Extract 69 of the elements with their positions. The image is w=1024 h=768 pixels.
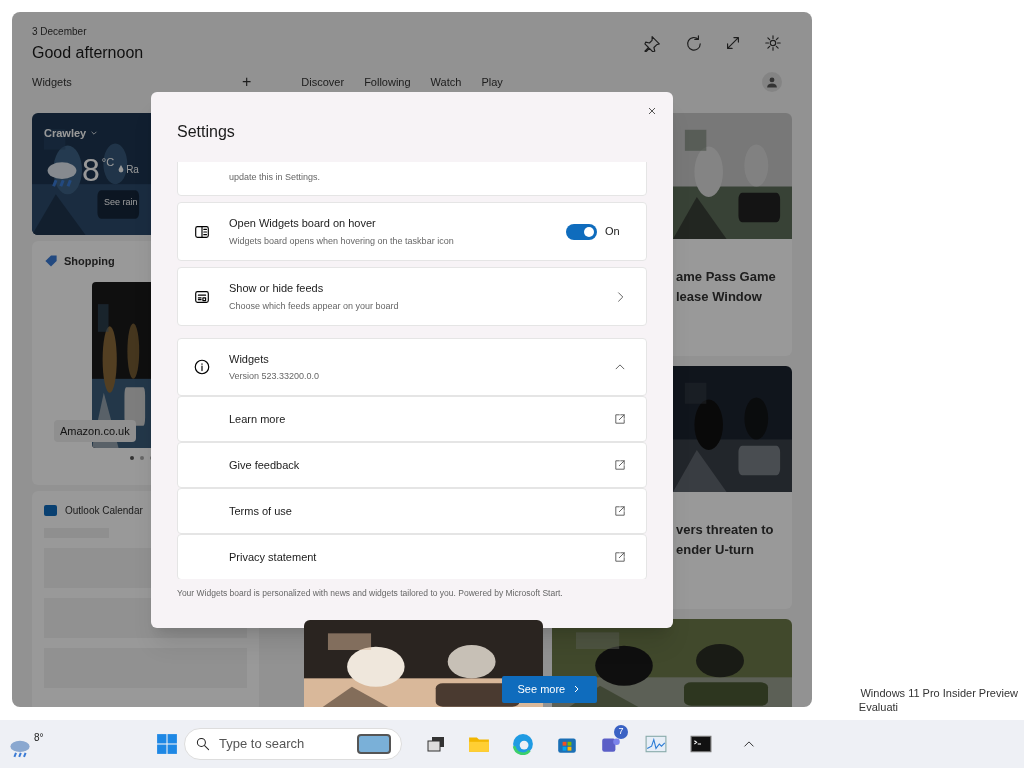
- setting-description: Version 523.33200.0.0: [229, 370, 320, 383]
- feed-tab[interactable]: Play: [481, 73, 503, 91]
- setting-description: update this in Settings.: [229, 170, 321, 184]
- setting-title: Privacy statement: [229, 549, 317, 565]
- feed-tab[interactable]: Watch: [430, 73, 462, 91]
- setting-description: Choose which feeds appear on your board: [229, 299, 399, 313]
- search-icon: [195, 736, 211, 752]
- temperature: 8: [82, 153, 100, 186]
- headline-text: ame Pass Game: [676, 268, 777, 286]
- link-row[interactable]: Terms of use: [177, 488, 647, 534]
- store-badge: Amazon.co.uk: [54, 419, 136, 442]
- calendar-title: Outlook Calendar: [65, 504, 143, 518]
- temperature-unit: °C: [101, 154, 115, 170]
- feed-tab[interactable]: Following: [364, 73, 411, 91]
- tag-icon: [44, 254, 58, 269]
- external-link-icon: [613, 458, 627, 472]
- feed-tab[interactable]: Discover: [301, 73, 345, 91]
- performance-chart-icon[interactable]: [644, 733, 668, 755]
- toggle-state: On: [605, 224, 621, 240]
- task-view-icon[interactable]: [426, 734, 446, 754]
- greeting: Good afternoon: [32, 43, 144, 63]
- link-row[interactable]: Give feedback: [177, 442, 647, 488]
- toggle-switch[interactable]: [566, 223, 597, 240]
- settings-icon[interactable]: [764, 34, 782, 52]
- windows-logo-icon[interactable]: [156, 733, 178, 755]
- setting-description: Widgets board opens when hovering on the taskbar icon: [229, 234, 454, 248]
- browser-icon[interactable]: [512, 733, 534, 755]
- widgets-label: Widgets: [32, 74, 73, 90]
- info-icon: [193, 358, 211, 376]
- external-link-icon: [613, 504, 627, 518]
- drop-icon: [118, 163, 125, 173]
- headline-text: vers threaten to: [676, 521, 775, 539]
- rain-cloud-icon[interactable]: [8, 738, 32, 758]
- shopping-title: Shopping: [64, 254, 115, 269]
- dialog-title: Settings: [177, 122, 235, 142]
- add-widget-button[interactable]: +: [242, 74, 252, 90]
- headline-text: lease Window: [676, 287, 763, 306]
- outlook-icon: [44, 505, 57, 516]
- desktop-watermark-text: Windows 11 Pro Insider Preview: [860, 686, 1018, 700]
- chevron-down-icon[interactable]: [90, 129, 99, 138]
- see-more-button[interactable]: See more: [501, 676, 598, 703]
- setting-title: Learn more: [229, 411, 286, 427]
- external-link-icon: [613, 550, 627, 564]
- expand-icon[interactable]: [724, 34, 742, 52]
- pin-icon[interactable]: [644, 34, 662, 52]
- desktop-watermark-text: Evaluati: [858, 700, 898, 714]
- link-row[interactable]: Learn more: [177, 396, 647, 442]
- setting-title: Widgets: [229, 351, 270, 367]
- setting-title: Give feedback: [229, 457, 300, 473]
- headline-text: ender U-turn: [676, 540, 755, 559]
- setting-title: Show or hide feeds: [229, 281, 325, 296]
- setting-card[interactable]: Widgets Version 523.33200.0.0: [177, 338, 647, 396]
- profile-icon[interactable]: [762, 72, 782, 92]
- date-label: 3 December: [32, 25, 88, 39]
- city-name[interactable]: Crawley: [44, 125, 87, 142]
- taskbar-search-field[interactable]: Type to search: [184, 728, 402, 760]
- footer-note: Your Widgets board is personalized with news and widgets tailored to you. Powered by Microsoft Start.: [177, 587, 564, 600]
- link-row[interactable]: Privacy statement: [177, 534, 647, 579]
- terminal-icon[interactable]: [690, 733, 712, 755]
- notification-badge: 7: [614, 725, 628, 739]
- setting-title: Open Widgets board on hover: [229, 216, 377, 231]
- refresh-icon[interactable]: [684, 34, 702, 52]
- search-highlight-icon: [357, 734, 391, 754]
- setting-card[interactable]: Show or hide feeds Choose which feeds appear on your board: [177, 267, 647, 326]
- rain-chance: Ra: [126, 162, 139, 177]
- external-link-icon: [613, 412, 627, 426]
- setting-title: Terms of use: [229, 503, 292, 519]
- taskbar-temperature: 8°: [34, 730, 44, 745]
- close-icon: [646, 105, 658, 117]
